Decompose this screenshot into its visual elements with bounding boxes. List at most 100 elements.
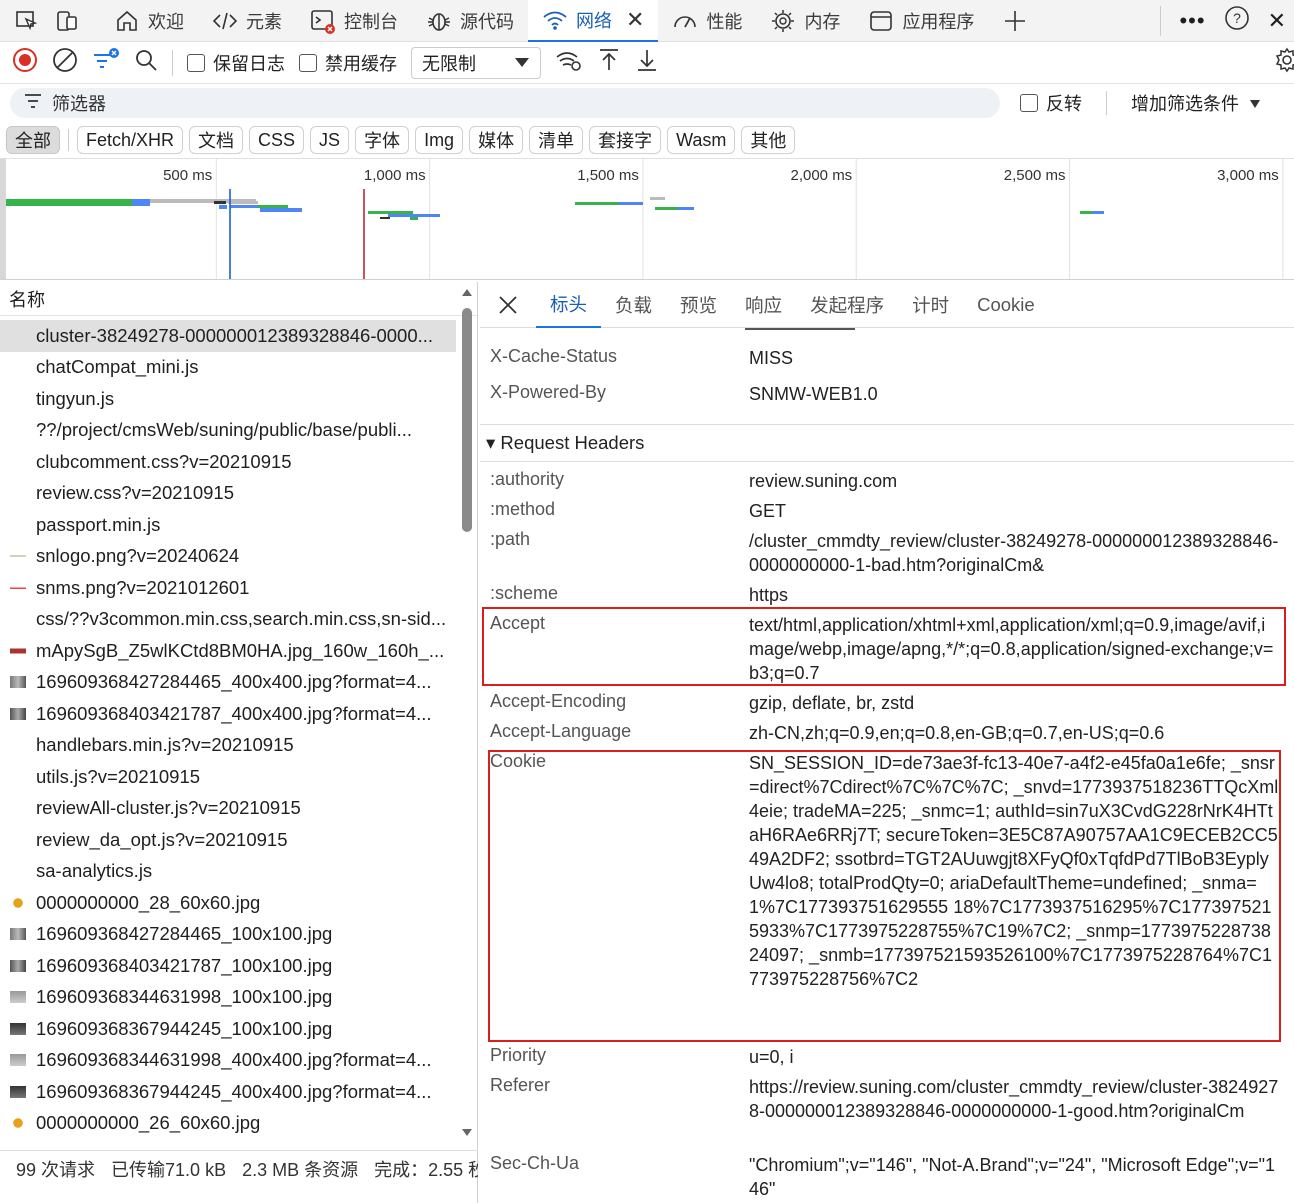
request-count: 99 次请求 xyxy=(16,1159,96,1180)
column-header-name[interactable]: 名称 xyxy=(0,282,477,316)
detail-tab[interactable]: 标头 xyxy=(536,282,602,328)
header-value[interactable]: MISS xyxy=(749,346,1279,370)
filter-chip[interactable]: 清单 xyxy=(529,126,584,154)
filter-chip[interactable]: 字体 xyxy=(355,126,410,154)
detail-tab[interactable]: 响应 xyxy=(731,282,796,328)
request-row[interactable]: snms.png?v=2021012601 xyxy=(0,572,456,604)
request-row[interactable]: snlogo.png?v=20240624 xyxy=(0,541,456,573)
request-row[interactable]: 169609368344631998_400x400.jpg?format=4.… xyxy=(0,1045,456,1077)
header-value[interactable]: SNMW-WEB1.0 xyxy=(749,382,1279,406)
filter-chip[interactable]: Wasm xyxy=(667,126,736,154)
request-row[interactable]: chatCompat_mini.js xyxy=(0,352,456,384)
request-row[interactable]: sa-analytics.js xyxy=(0,856,456,888)
filter-input[interactable]: 筛选器 xyxy=(10,88,1000,118)
header-value[interactable]: https xyxy=(749,583,1279,607)
close-icon[interactable]: ✕ xyxy=(626,7,644,33)
network-toolbar: 保留日志 禁用缓存 无限制 xyxy=(0,42,1294,84)
tab-sources[interactable]: 源代码 xyxy=(412,0,528,42)
detail-tab[interactable]: 发起程序 xyxy=(796,282,898,328)
import-har-icon[interactable] xyxy=(597,47,621,78)
request-row[interactable]: ??/project/cmsWeb/suning/public/base/pub… xyxy=(0,415,456,447)
inspect-element-button[interactable] xyxy=(0,0,48,42)
disable-cache-checkbox[interactable]: 禁用缓存 xyxy=(299,50,397,76)
tab-memory[interactable]: 内存 xyxy=(756,0,854,42)
request-row[interactable]: css/??v3common.min.css,search.min.css,sn… xyxy=(0,604,456,636)
request-row[interactable]: 0000000000_26_60x60.jpg xyxy=(0,1108,456,1140)
header-value[interactable]: "Chromium";v="146", "Not-A.Brand";v="24"… xyxy=(749,1153,1279,1201)
tab-console[interactable]: 控制台 xyxy=(296,0,412,42)
add-tab-button[interactable] xyxy=(988,0,1042,42)
tab-elements[interactable]: 元素 xyxy=(198,0,296,42)
tab-application[interactable]: 应用程序 xyxy=(854,0,988,42)
filter-chip[interactable]: 媒体 xyxy=(469,126,524,154)
device-emulation-button[interactable] xyxy=(48,0,100,42)
header-value[interactable]: u=0, i xyxy=(749,1045,1279,1069)
request-row[interactable]: handlebars.min.js?v=20210915 xyxy=(0,730,456,762)
request-row[interactable]: 169609368367944245_100x100.jpg xyxy=(0,1013,456,1045)
request-row[interactable]: 169609368344631998_100x100.jpg xyxy=(0,982,456,1014)
request-row[interactable]: 169609368427284465_100x100.jpg xyxy=(0,919,456,951)
invert-checkbox[interactable]: 反转 xyxy=(1020,90,1082,116)
checkbox[interactable] xyxy=(187,53,205,72)
request-row[interactable]: 0000000000_28_60x60.jpg xyxy=(0,887,456,919)
filter-chip[interactable]: Fetch/XHR xyxy=(77,126,184,154)
more-icon[interactable]: ••• xyxy=(1179,8,1205,34)
filter-chip[interactable]: 文档 xyxy=(189,126,244,154)
request-row[interactable]: review.css?v=20210915 xyxy=(0,478,456,510)
header-value[interactable]: zh-CN,zh;q=0.9,en;q=0.8,en-GB;q=0.7,en-U… xyxy=(749,721,1279,745)
tab-welcome[interactable]: 欢迎 xyxy=(100,0,198,42)
more-filters-label: 增加筛选条件 xyxy=(1131,94,1239,114)
header-value[interactable]: review.suning.com xyxy=(749,469,1279,493)
checkbox[interactable] xyxy=(1020,94,1038,112)
request-row[interactable]: 169609368403421787_100x100.jpg xyxy=(0,950,456,982)
request-row[interactable]: mApySgB_Z5wlKCtd8BM0HA.jpg_160w_160h_... xyxy=(0,635,456,667)
header-value[interactable]: https://review.suning.com/cluster_cmmdty… xyxy=(749,1075,1279,1123)
request-name: 169609368367944245_400x400.jpg?format=4.… xyxy=(36,1080,432,1102)
request-row[interactable]: utils.js?v=20210915 xyxy=(0,761,456,793)
throttle-select[interactable]: 无限制 xyxy=(411,46,541,79)
filter-chip[interactable]: 套接字 xyxy=(589,126,662,154)
preserve-log-checkbox[interactable]: 保留日志 xyxy=(187,50,285,76)
network-conditions-icon[interactable] xyxy=(555,47,583,78)
header-value[interactable]: gzip, deflate, br, zstd xyxy=(749,691,1279,715)
clear-icon[interactable] xyxy=(52,47,78,78)
detail-tab[interactable]: 预览 xyxy=(666,282,731,328)
settings-gear-icon[interactable] xyxy=(1274,47,1294,78)
resource-type-icon xyxy=(10,991,26,1004)
filter-chip[interactable]: 其他 xyxy=(741,126,796,154)
filter-chip[interactable]: 全部 xyxy=(6,126,60,154)
network-overview[interactable]: 500 ms 1,000 ms 1,500 ms 2,000 ms 2,500 ms 3,… xyxy=(0,158,1294,280)
request-list-scrollbar[interactable] xyxy=(460,284,474,1140)
request-row[interactable]: review_da_opt.js?v=20210915 xyxy=(0,824,456,856)
search-icon[interactable] xyxy=(134,48,158,77)
detail-tab[interactable]: 负载 xyxy=(601,282,666,328)
tab-performance[interactable]: 性能 xyxy=(658,0,756,42)
request-row[interactable]: 169609368427284465_400x400.jpg?format=4.… xyxy=(0,667,456,699)
filter-chip[interactable]: Img xyxy=(415,126,464,154)
request-row[interactable]: tingyun.js xyxy=(0,383,456,415)
request-row[interactable]: 169609368403421787_400x400.jpg?format=4.… xyxy=(0,698,456,730)
help-icon[interactable]: ? xyxy=(1224,5,1250,36)
request-row[interactable]: 169609368367944245_400x400.jpg?format=4.… xyxy=(0,1076,456,1108)
request-headers-section[interactable]: ▾ Request Headers xyxy=(480,424,1294,462)
detail-tab[interactable]: 计时 xyxy=(898,282,963,328)
record-icon[interactable] xyxy=(12,47,38,78)
header-value[interactable]: /cluster_cmmdty_review/cluster-38249278-… xyxy=(749,529,1279,577)
tab-network[interactable]: 网络 ✕ xyxy=(528,0,659,42)
detail-tab[interactable]: Cookie xyxy=(963,282,1049,328)
request-row[interactable]: reviewAll-cluster.js?v=20210915 xyxy=(0,793,456,825)
request-name: review_da_opt.js?v=20210915 xyxy=(36,828,288,850)
request-row[interactable]: passport.min.js xyxy=(0,509,456,541)
filter-chip[interactable]: CSS xyxy=(249,126,305,154)
more-filters-dropdown[interactable]: 增加筛选条件 xyxy=(1131,90,1261,116)
request-row[interactable]: cluster-38249278-000000012389328846-0000… xyxy=(0,320,456,352)
header-value[interactable]: GET xyxy=(749,499,1279,523)
close-devtools-icon[interactable]: ✕ xyxy=(1268,8,1286,34)
filter-toggle-icon[interactable] xyxy=(92,47,120,78)
filter-chip[interactable]: JS xyxy=(310,126,350,154)
wifi-icon xyxy=(542,7,568,33)
request-row[interactable]: clubcomment.css?v=20210915 xyxy=(0,446,456,478)
close-detail-icon[interactable] xyxy=(480,282,536,328)
export-har-icon[interactable] xyxy=(635,47,659,78)
checkbox[interactable] xyxy=(299,53,317,72)
